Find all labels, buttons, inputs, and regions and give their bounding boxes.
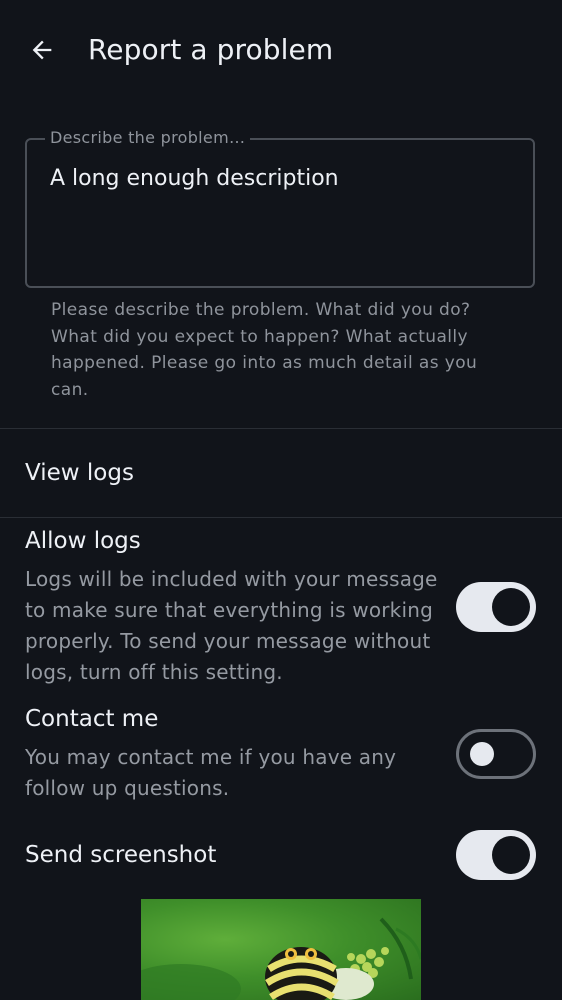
send-screenshot-switch[interactable] <box>456 830 536 880</box>
send-screenshot-title: Send screenshot <box>25 842 217 868</box>
switch-thumb <box>492 836 530 874</box>
switch-thumb <box>492 588 530 626</box>
divider <box>0 428 562 429</box>
divider <box>0 517 562 518</box>
contact-me-title: Contact me <box>25 706 159 732</box>
back-button[interactable] <box>22 30 62 70</box>
top-app-bar: Report a problem <box>0 0 562 100</box>
problem-description-helper: Please describe the problem. What did yo… <box>51 300 478 400</box>
problem-description-input[interactable]: A long enough description <box>50 164 339 194</box>
contact-me-description: You may contact me if you have any follo… <box>25 745 397 800</box>
report-problem-screen: Report a problem Describe the problem… A… <box>0 0 562 1000</box>
problem-description-field[interactable]: Describe the problem… A long enough desc… <box>25 128 535 288</box>
allow-logs-switch[interactable] <box>456 582 536 632</box>
allow-logs-title: Allow logs <box>25 528 141 554</box>
arrow-back-icon <box>32 40 52 60</box>
view-logs-label: View logs <box>25 460 134 486</box>
problem-description-label: Describe the problem… <box>45 128 251 148</box>
caterpillar-image <box>141 917 421 1000</box>
page-title: Report a problem <box>88 33 334 66</box>
switch-thumb <box>470 742 494 766</box>
contact-me-switch[interactable] <box>456 729 536 779</box>
allow-logs-description: Logs will be included with your message … <box>25 567 438 684</box>
screenshot-preview <box>141 899 421 1000</box>
view-logs-item[interactable]: View logs <box>0 430 562 516</box>
